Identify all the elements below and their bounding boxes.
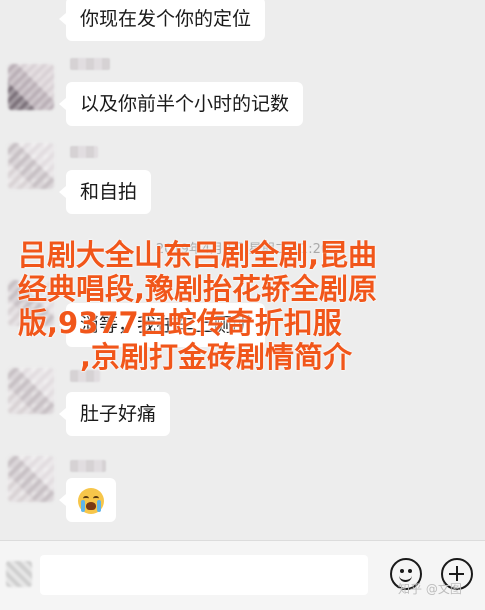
message-text: 肚子好痛	[80, 403, 157, 425]
message-text: 和自拍	[80, 181, 138, 203]
watermark: 知乎 @文图	[398, 582, 462, 596]
message-bubble[interactable]: 你现在发个你的定位	[58, 0, 266, 41]
avatar[interactable]	[8, 64, 54, 110]
overlay-line: ,京剧打金砖剧情简介	[80, 340, 353, 374]
avatar[interactable]	[8, 368, 54, 414]
sender-name-blurred	[70, 460, 106, 472]
avatar[interactable]	[8, 143, 54, 189]
avatar[interactable]	[8, 456, 54, 502]
message-bubble[interactable]: 肚子好痛	[58, 392, 171, 436]
sender-name-blurred	[70, 58, 110, 70]
overlay-line: 经典唱段,豫剧抬花轿全剧原	[18, 272, 378, 306]
input-bar	[0, 540, 485, 610]
voice-button-blurred[interactable]	[6, 561, 32, 587]
overlay-headline: 吕剧大全山东吕剧全剧,昆曲 经典唱段,豫剧抬花轿全剧原 版,9377白蛇传奇折扣…	[18, 238, 478, 374]
message-text: 你现在发个你的定位	[80, 8, 252, 30]
overlay-line: 吕剧大全山东吕剧全剧,昆曲	[18, 238, 378, 272]
message-bubble[interactable]	[59, 478, 116, 522]
message-bubble[interactable]: 以及你前半个小时的记数	[58, 82, 304, 126]
crying-face-icon	[78, 487, 104, 514]
message-input[interactable]	[40, 555, 368, 595]
sender-name-blurred	[70, 146, 98, 158]
message-bubble[interactable]: 和自拍	[58, 170, 152, 214]
message-text: 以及你前半个小时的记数	[80, 93, 290, 115]
overlay-line: 版,9377白蛇传奇折扣服	[18, 306, 342, 340]
